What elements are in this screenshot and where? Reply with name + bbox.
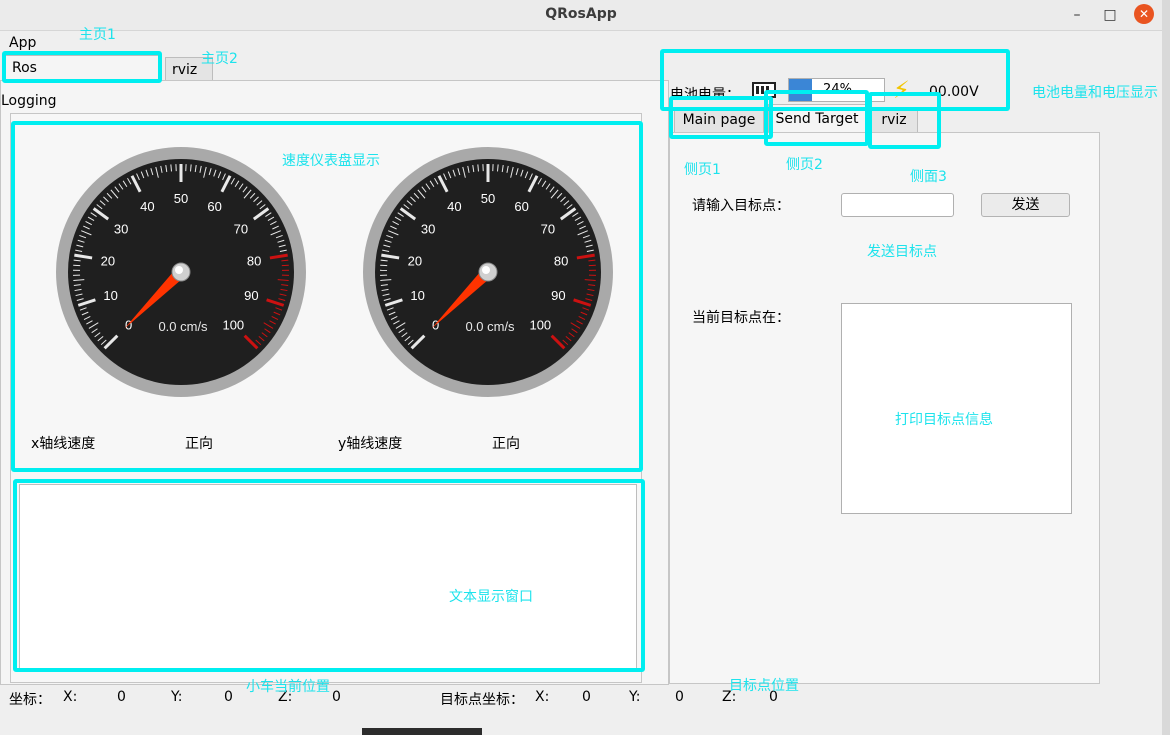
target-y-label: Y: — [629, 689, 641, 705]
target-y-value: 0 — [675, 689, 684, 705]
background-window-strip — [362, 728, 482, 735]
annotation-box-side2 — [764, 90, 869, 146]
coord-x-value: 0 — [117, 689, 126, 705]
annotation-box-gauges — [11, 121, 643, 472]
annotation-box-side1 — [669, 96, 773, 139]
coord-x-label: X: — [63, 689, 78, 705]
target-x-value: 0 — [582, 689, 591, 705]
annotation-box-text-window — [13, 479, 645, 672]
target-input-label: 请输入目标点： — [692, 198, 790, 214]
annotation-print-target: 打印目标点信息 — [895, 412, 993, 428]
send-button[interactable]: 发送 — [981, 193, 1070, 217]
title-bar: QRosApp – □ ✕ — [0, 0, 1162, 31]
target-coord-label: 目标点坐标： — [440, 692, 524, 708]
annotation-battery: 电池电量和电压显示 — [1032, 85, 1158, 101]
annotation-side2: 侧页2 — [786, 157, 823, 173]
close-icon[interactable]: ✕ — [1134, 4, 1154, 24]
annotation-text-window: 文本显示窗口 — [449, 589, 533, 605]
annotation-send-target: 发送目标点 — [867, 244, 937, 260]
window-title: QRosApp — [545, 6, 617, 22]
logging-label: Logging — [1, 93, 57, 109]
annotation-side1: 侧页1 — [684, 162, 721, 178]
window-edge — [1162, 0, 1170, 735]
annotation-target-position: 目标点位置 — [729, 678, 799, 694]
annotation-main2: 主页2 — [201, 51, 238, 67]
maximize-icon[interactable]: □ — [1101, 6, 1119, 24]
annotation-box-main1 — [2, 51, 162, 83]
coord-label: 坐标： — [9, 692, 51, 708]
coord-z-value: 0 — [332, 689, 341, 705]
annotation-car-position: 小车当前位置 — [246, 679, 330, 695]
coord-y-value: 0 — [224, 689, 233, 705]
annotation-main1: 主页1 — [79, 27, 116, 43]
menu-app[interactable]: App — [9, 35, 36, 51]
annotation-side3: 侧面3 — [910, 169, 947, 185]
status-bar: 坐标： X: 0 Y: 0 Z: 0 目标点坐标： X: 0 Y: 0 Z: 0 — [0, 685, 1162, 735]
minimize-icon[interactable]: – — [1068, 6, 1086, 24]
current-target-label: 当前目标点在： — [692, 310, 790, 326]
coord-y-label: Y: — [171, 689, 183, 705]
target-x-label: X: — [535, 689, 550, 705]
annotation-box-side3 — [868, 92, 941, 149]
annotation-speedometer: 速度仪表盘显示 — [282, 153, 380, 169]
target-input[interactable] — [841, 193, 954, 217]
